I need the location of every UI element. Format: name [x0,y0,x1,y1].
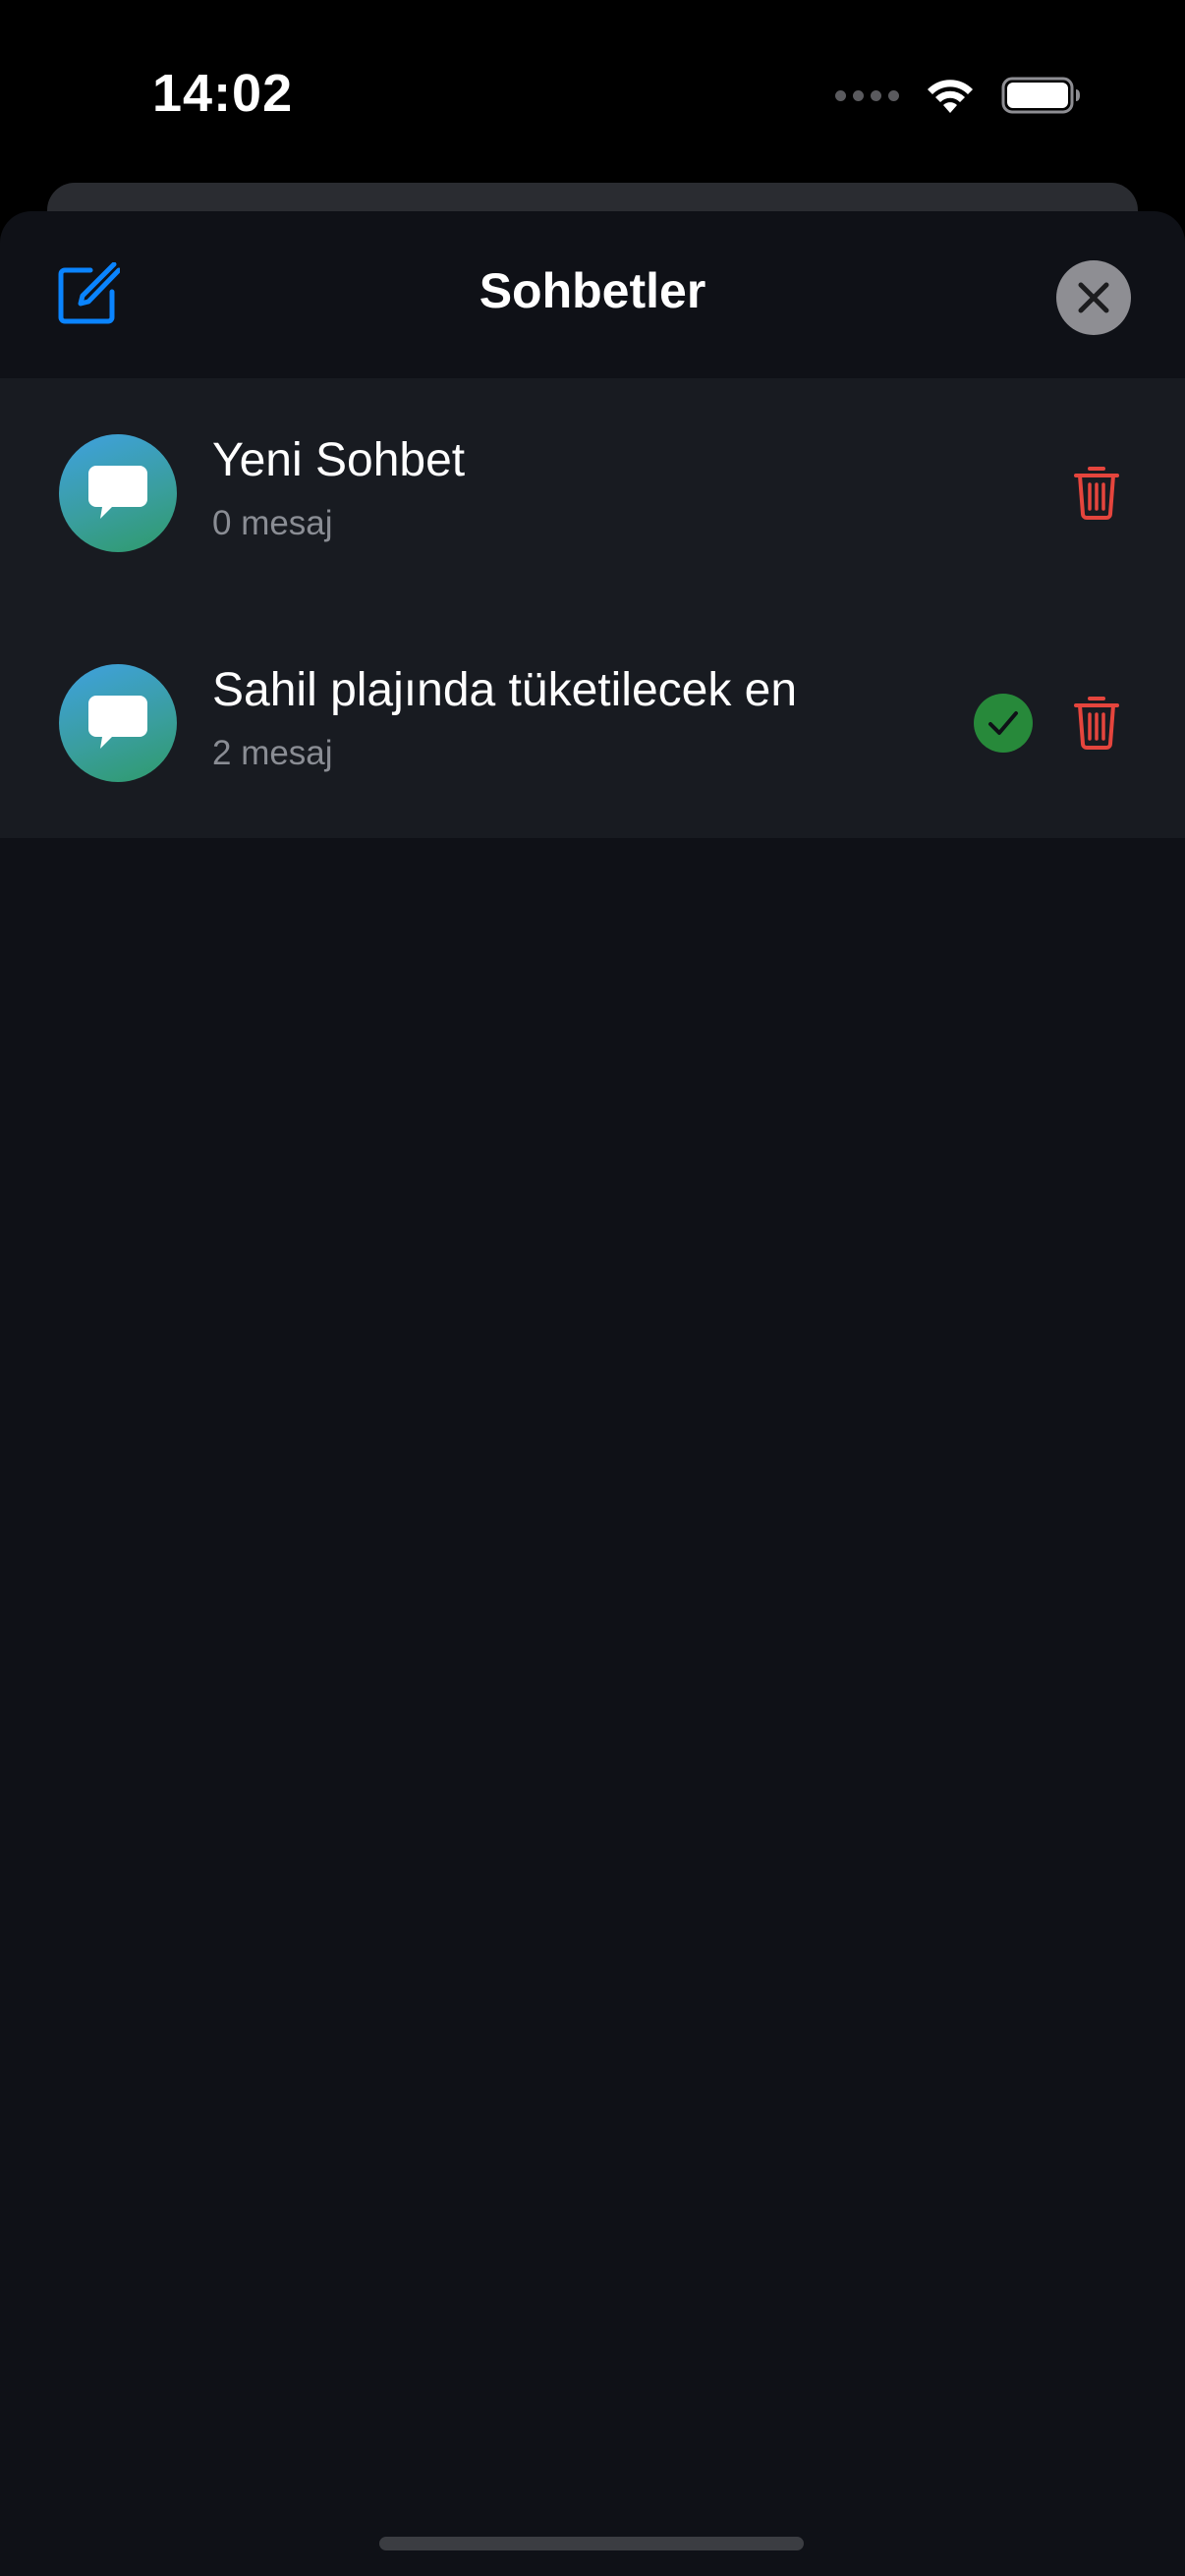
chat-message-count: 0 mesaj [212,504,333,542]
chat-bubble-icon [88,696,147,749]
sheet-header: Sohbetler [0,211,1185,378]
trash-icon [1074,467,1119,520]
delete-chat-button[interactable] [1067,689,1126,756]
wifi-icon [928,80,973,113]
cellular-signal-icon [835,89,899,101]
chat-avatar [59,664,177,782]
chat-avatar [59,434,177,552]
battery-icon [1001,77,1080,114]
screen: 14:02 Sohbetler Yeni Sohbet 0 mesaj Sahi… [0,0,1185,2576]
chat-bubble-icon [88,466,147,519]
page-title: Sohbetler [479,263,706,318]
chats-sheet: Sohbetler Yeni Sohbet 0 mesaj Sahil plaj… [0,211,1185,2576]
chat-list: Yeni Sohbet 0 mesaj Sahil plajında tüket… [0,378,1185,838]
status-bar: 14:02 [0,0,1185,187]
chat-list-item[interactable]: Yeni Sohbet 0 mesaj [0,378,1185,608]
selected-check-icon [974,694,1033,753]
status-icons [835,71,1082,120]
close-icon [1078,282,1109,313]
status-time: 14:02 [152,64,294,123]
chat-title: Sahil plajında tüketilecek en [212,664,798,716]
chat-list-item[interactable]: Sahil plajında tüketilecek en 2 mesaj [0,608,1185,838]
chat-title: Yeni Sohbet [212,434,466,486]
trash-icon [1074,697,1119,750]
chat-message-count: 2 mesaj [212,734,333,772]
home-indicator[interactable] [379,2537,804,2550]
delete-chat-button[interactable] [1067,459,1126,526]
close-button[interactable] [1056,260,1131,335]
